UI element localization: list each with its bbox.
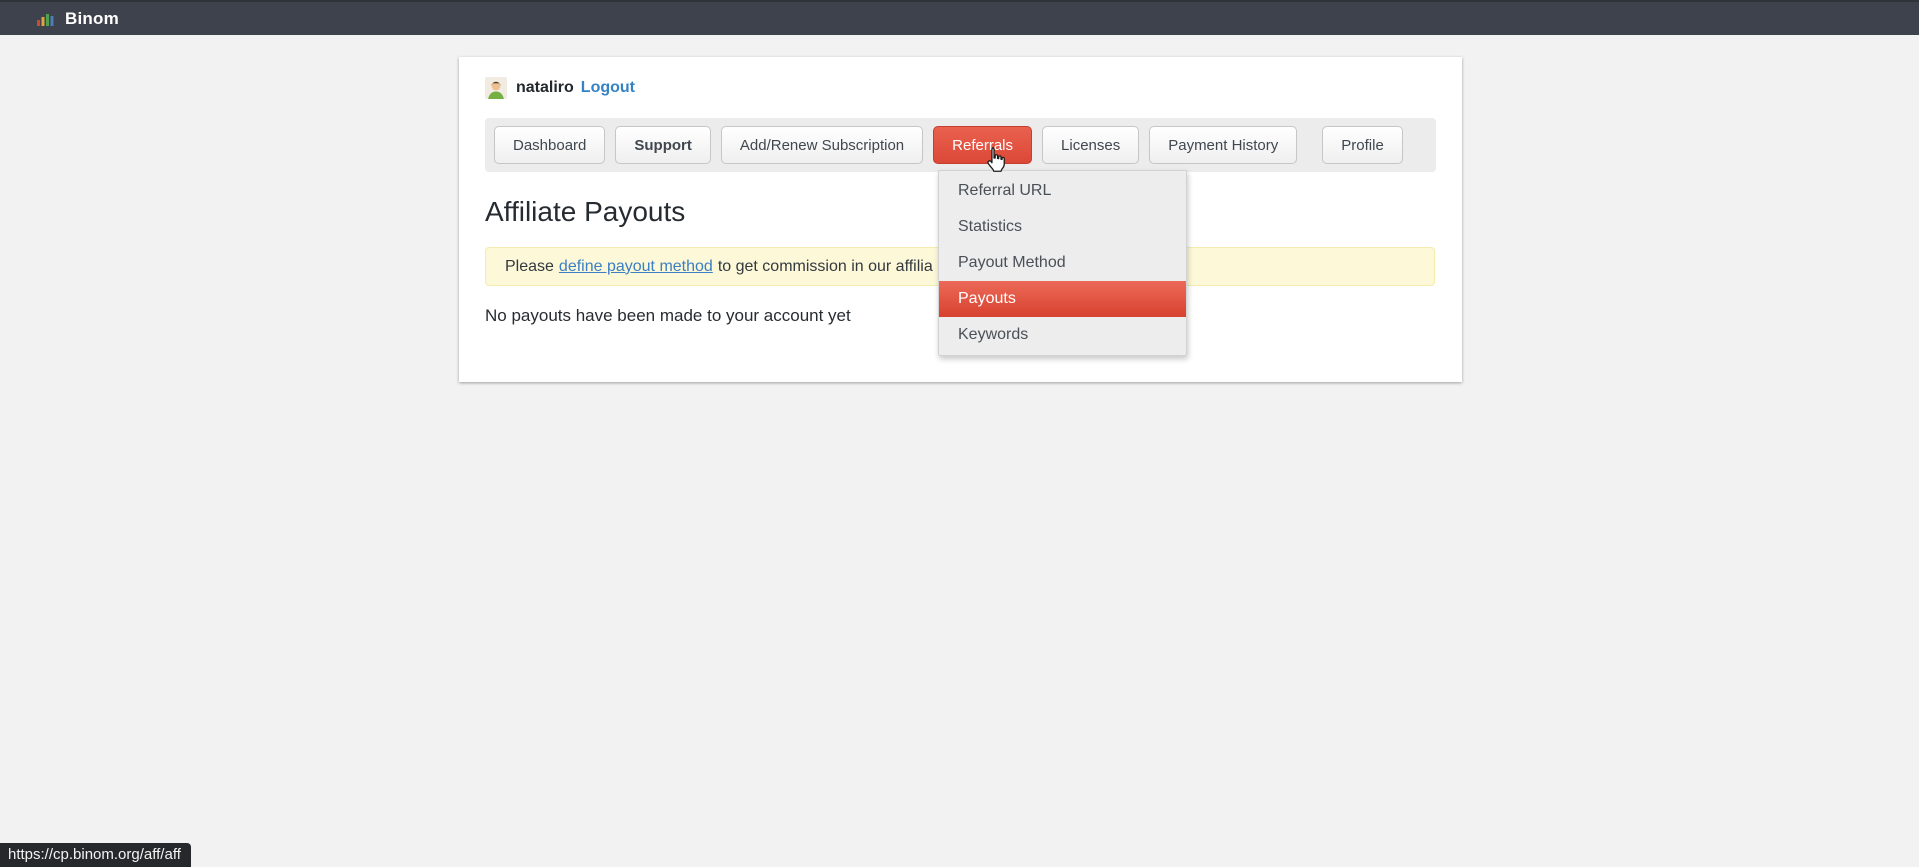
menu-item-referral-url[interactable]: Referral URL <box>939 173 1186 209</box>
avatar <box>485 77 507 99</box>
binom-logo[interactable]: Binom <box>37 9 119 29</box>
nav-tab-dashboard[interactable]: Dashboard <box>494 126 605 164</box>
user-row: nataliro Logout <box>485 75 1436 101</box>
nav-tab-profile[interactable]: Profile <box>1322 126 1403 164</box>
alert-text-prefix: Please <box>505 258 554 276</box>
alert-text-suffix: to get commission in our affilia <box>718 258 933 276</box>
referrals-dropdown-menu: Referral URL Statistics Payout Method Pa… <box>938 170 1187 356</box>
menu-item-payout-method[interactable]: Payout Method <box>939 245 1186 281</box>
nav-tab-referrals[interactable]: Referrals <box>933 126 1032 164</box>
nav-tab-add-renew-subscription[interactable]: Add/Renew Subscription <box>721 126 923 164</box>
menu-item-statistics[interactable]: Statistics <box>939 209 1186 245</box>
username: nataliro <box>516 79 574 97</box>
main-nav: Dashboard Support Add/Renew Subscription… <box>485 118 1436 172</box>
link-preview-statusbar: https://cp.binom.org/aff/aff <box>0 843 191 867</box>
bar-chart-icon <box>37 11 54 26</box>
brand-title: Binom <box>65 9 119 29</box>
nav-tab-support[interactable]: Support <box>615 126 711 164</box>
menu-item-payouts[interactable]: Payouts <box>939 281 1186 317</box>
logout-link[interactable]: Logout <box>581 79 635 97</box>
nav-tab-payment-history[interactable]: Payment History <box>1149 126 1297 164</box>
nav-tab-licenses[interactable]: Licenses <box>1042 126 1139 164</box>
menu-item-keywords[interactable]: Keywords <box>939 317 1186 353</box>
define-payout-method-link[interactable]: define payout method <box>559 258 713 276</box>
topbar: Binom <box>0 0 1919 35</box>
